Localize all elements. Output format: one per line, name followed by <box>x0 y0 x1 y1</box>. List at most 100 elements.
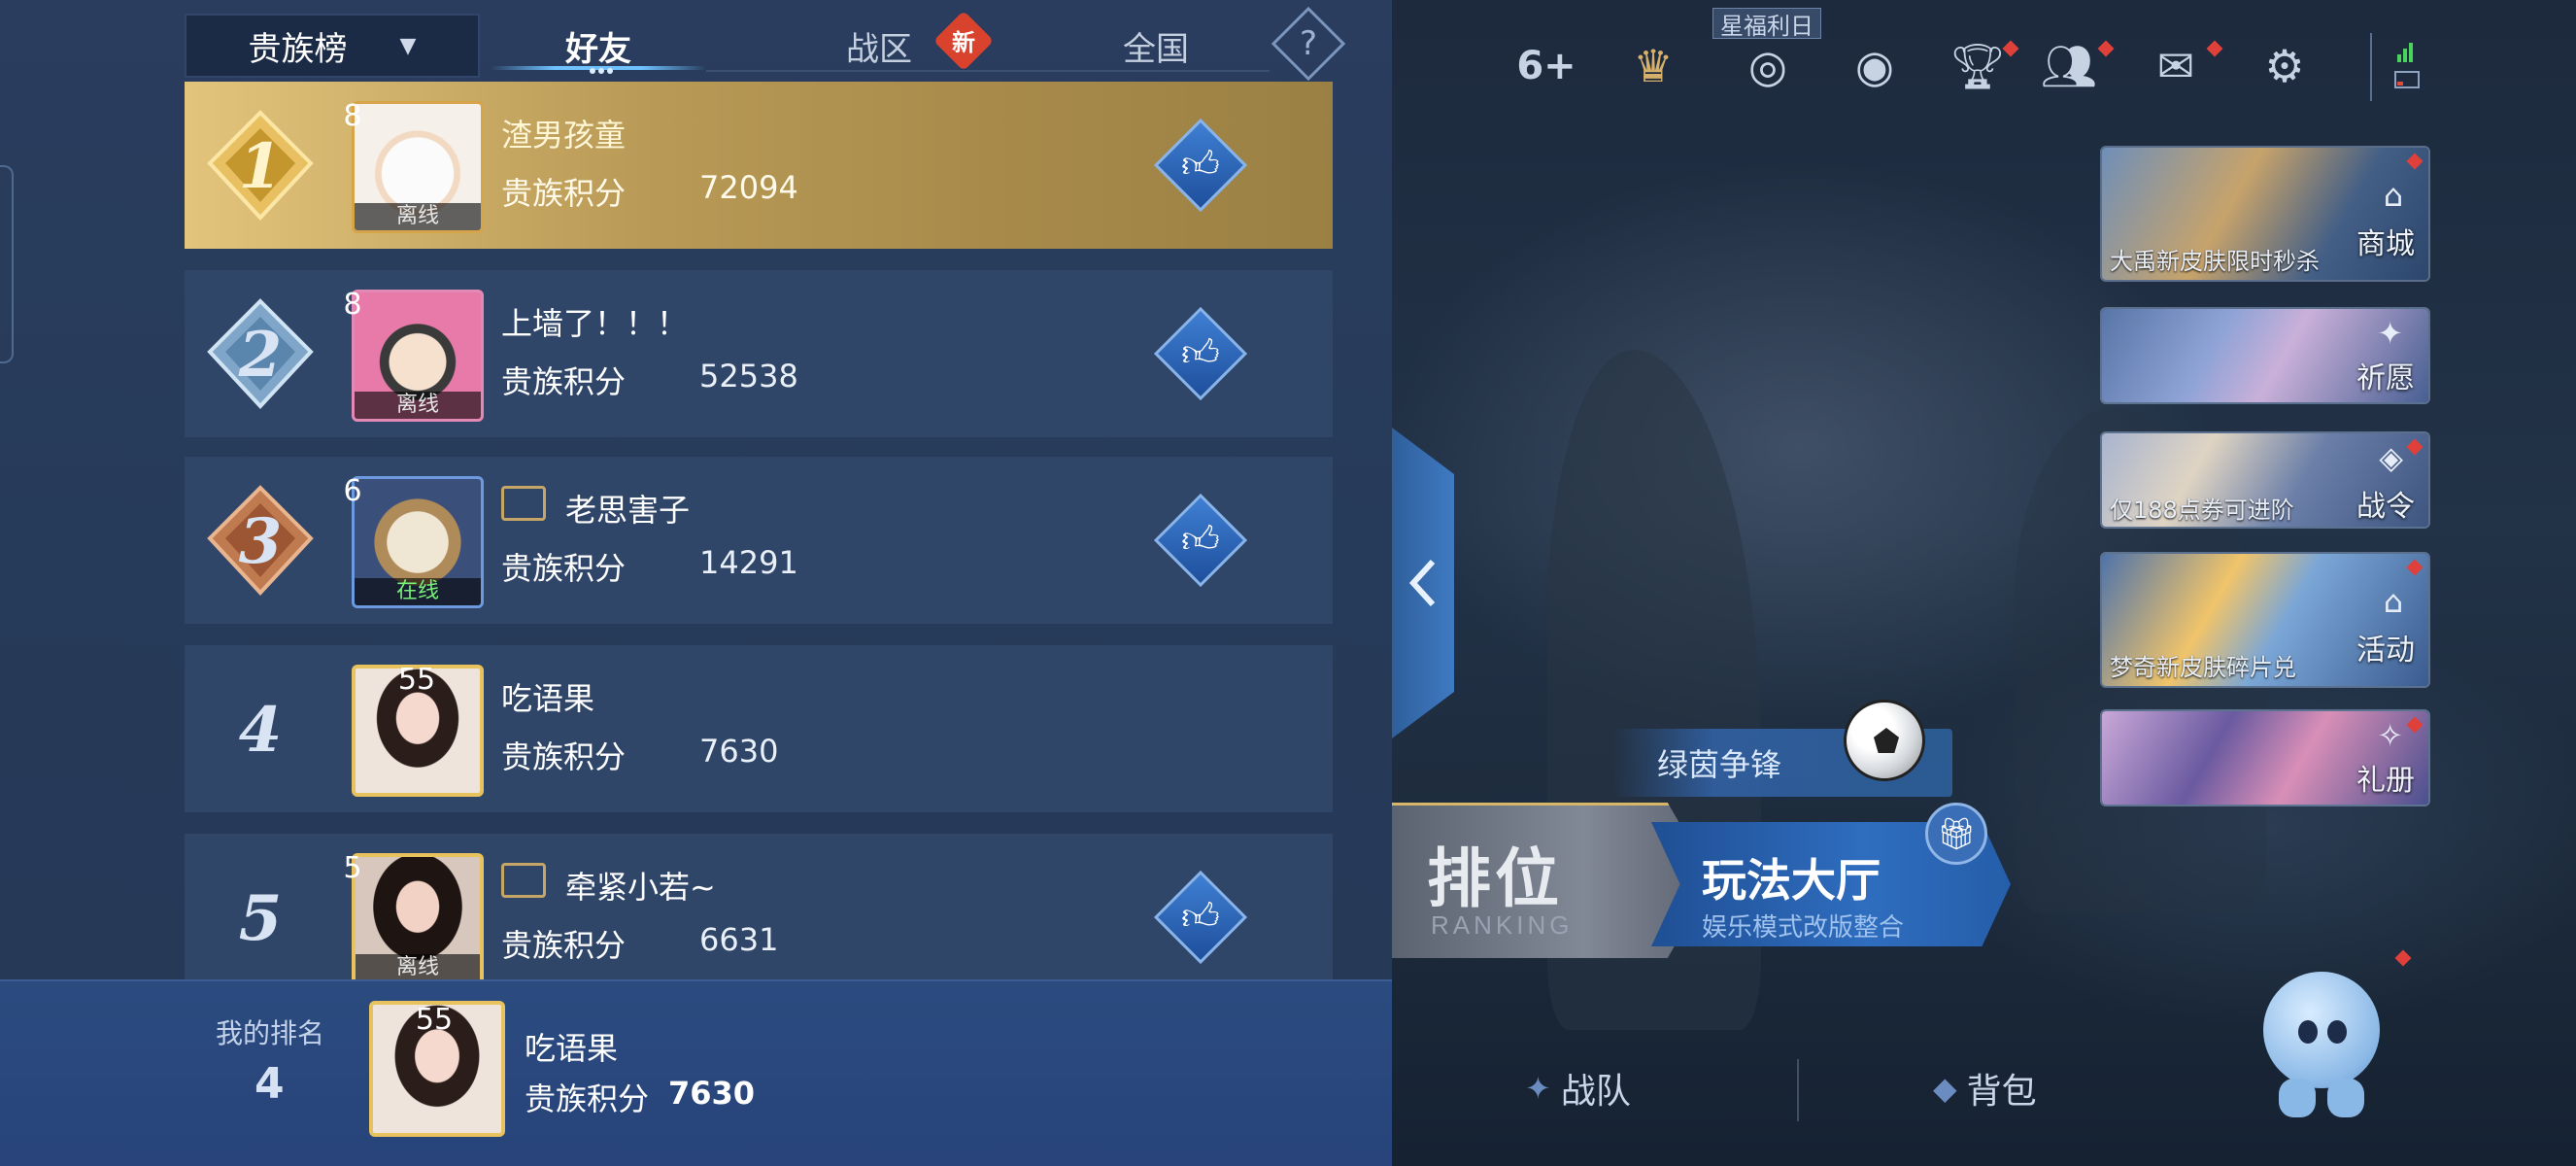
bag-tab-label: 背包 <box>1966 1072 2037 1112</box>
my-player-name: 吃语果 <box>525 1030 619 1067</box>
rank-number: 5 <box>238 882 283 955</box>
tab-national[interactable]: 全国 <box>1093 14 1219 78</box>
trophy-icon[interactable]: 🏆︎ <box>1947 39 2009 93</box>
bag-icon: ◆ <box>1933 1070 1957 1107</box>
level-badge: 55 <box>389 651 445 707</box>
mascot-icon[interactable] <box>2254 949 2412 1127</box>
event-icon: ⌂ <box>2383 583 2403 620</box>
score-label: 贵族积分 <box>501 738 627 775</box>
shop-card[interactable]: ⌂ 商城 大禹新皮肤限时秒杀 <box>2100 146 2430 282</box>
my-rank-label: 我的排名 <box>216 1017 325 1049</box>
leaderboard-row[interactable]: 3 在线 6 老思害子 贵族积分 14291 👍︎ <box>185 457 1333 624</box>
leaderboard-row[interactable]: 2 离线 8 上墙了！！！ 贵族积分 52538 👍︎ <box>185 270 1333 437</box>
online-status: 在线 <box>355 578 481 605</box>
player-name: 渣男孩童 <box>501 117 627 154</box>
new-badge-label: 新 <box>952 28 975 56</box>
star-day-label: 星福利日 <box>1712 8 1821 40</box>
battle-pass-card-caption: 仅188点券可进阶 <box>2110 497 2294 524</box>
player-name: 牵紧小若~ <box>565 869 716 906</box>
crown-icon[interactable]: ♛ <box>1622 39 1684 93</box>
wish-card-label: 祈愿 <box>2356 361 2415 395</box>
gear-icon[interactable]: ⚙ <box>2254 39 2316 93</box>
gift-book-card[interactable]: ✧ 礼册 <box>2100 709 2430 806</box>
event-card[interactable]: ⌂ 活动 梦奇新皮肤碎片兑 <box>2100 552 2430 688</box>
gift-book-card-label: 礼册 <box>2356 764 2415 798</box>
score-label: 贵族积分 <box>501 175 627 212</box>
online-status: 离线 <box>355 392 481 419</box>
leaderboard-row[interactable]: 5 离线 5 牵紧小若~ 贵族积分 6631 👍︎ <box>185 834 1333 1001</box>
tab-indicator-dots <box>590 68 613 74</box>
collapse-panel-button[interactable] <box>1392 428 1454 738</box>
leaderboard-row[interactable]: 1 离线 8 渣男孩童 贵族积分 72094 👍︎ <box>185 82 1333 249</box>
player-name: 吃语果 <box>501 680 595 717</box>
leaderboard-panel: 贵族榜 ▼ 好友 战区 新 全国 ? 1 离线 8 渣男孩童 贵族积分 7209… <box>0 0 1392 1166</box>
chevron-left-icon <box>1408 559 1436 607</box>
shop-card-caption: 大禹新皮肤限时秒杀 <box>2110 248 2320 275</box>
player-name: 老思害子 <box>565 492 691 529</box>
online-status: 离线 <box>355 203 481 230</box>
mascot-eye <box>2298 1020 2318 1044</box>
noble-level-badge: 8 <box>324 87 381 144</box>
soccer-ball-icon <box>1844 700 1925 781</box>
score-value: 6631 <box>699 921 779 958</box>
thumbs-up-icon: 👍︎ <box>1181 895 1220 938</box>
shop-icon: ⌂ <box>2383 177 2403 214</box>
dropdown-label: 贵族榜 <box>248 29 348 69</box>
panel-edge-handle <box>0 165 14 363</box>
guild-icon <box>501 863 546 898</box>
ranked-title: 排位 <box>1427 841 1563 916</box>
wish-icon: ✦ <box>2377 315 2403 352</box>
event-card-caption: 梦奇新皮肤碎片兑 <box>2110 654 2296 681</box>
bag-tab[interactable]: ◆ 背包 <box>1933 1059 2037 1117</box>
gift-icon[interactable]: 🎁︎ <box>1925 803 1987 865</box>
ranked-subtitle: RANKING <box>1431 910 1574 940</box>
mascot-leg <box>2279 1079 2316 1117</box>
score-value: 72094 <box>699 169 798 206</box>
game-hall-title: 玩法大厅 <box>1702 854 1881 907</box>
rank-number: 3 <box>238 505 283 578</box>
event-card-label: 活动 <box>2356 634 2415 668</box>
my-rank-bar: 我的排名 4 55 吃语果 贵族积分 7630 <box>0 979 1392 1166</box>
score-value: 14291 <box>699 544 798 581</box>
team-tab-label: 战队 <box>1560 1072 1631 1112</box>
mascot-body <box>2263 972 2380 1088</box>
score-label: 贵族积分 <box>501 363 627 400</box>
rank-number: 2 <box>238 319 283 392</box>
thumbs-up-icon: 👍︎ <box>1181 143 1220 186</box>
score-value: 7630 <box>699 733 779 770</box>
mail-icon[interactable]: ✉ <box>2145 39 2207 93</box>
noble-level-badge: 5 <box>324 840 381 896</box>
my-score-label: 贵族积分 <box>525 1080 650 1117</box>
player-name: 上墙了！！！ <box>501 305 689 342</box>
divider <box>1797 1059 1799 1121</box>
team-icon: ✦ <box>1525 1070 1551 1107</box>
game-hall-subtitle: 娱乐模式改版整合 <box>1702 913 1905 943</box>
mascot-leg <box>2327 1079 2364 1117</box>
score-label: 贵族积分 <box>501 550 627 587</box>
leaderboard-row[interactable]: 4 55 吃语果 贵族积分 7630 <box>185 645 1333 812</box>
mascot-eye <box>2327 1020 2347 1044</box>
shop-card-label: 商城 <box>2356 227 2415 261</box>
battle-pass-card-label: 战令 <box>2356 490 2415 524</box>
my-rank-number: 4 <box>254 1059 285 1109</box>
thumbs-up-icon: 👍︎ <box>1181 331 1220 374</box>
battle-pass-card[interactable]: ◈ 战令 仅188点券可进阶 <box>2100 431 2430 529</box>
noble-level-badge: 8 <box>324 276 381 332</box>
noble-level-badge: 6 <box>324 463 381 519</box>
six-plus-icon[interactable]: 6+ <box>1515 39 1577 93</box>
wish-card[interactable]: ✦ 祈愿 <box>2100 307 2430 404</box>
target-icon[interactable]: ◎ <box>1737 39 1799 93</box>
rank-number: 4 <box>238 694 283 767</box>
team-tab[interactable]: ✦ 战队 <box>1525 1059 1631 1117</box>
friends-icon[interactable]: 👥︎ <box>2038 39 2100 93</box>
my-score-value: 7630 <box>668 1075 756 1112</box>
my-level-badge: 55 <box>406 991 462 1047</box>
tab-zone[interactable]: 战区 <box>816 14 942 78</box>
thumbs-up-icon: 👍︎ <box>1181 518 1220 561</box>
eye-icon[interactable]: ◉ <box>1844 39 1906 93</box>
signal-battery-icon <box>2370 33 2420 101</box>
guild-icon <box>501 486 546 521</box>
leaderboard-type-dropdown[interactable]: 贵族榜 ▼ <box>185 14 480 78</box>
score-label: 贵族积分 <box>501 927 627 964</box>
gift-book-icon: ✧ <box>2377 717 2403 754</box>
